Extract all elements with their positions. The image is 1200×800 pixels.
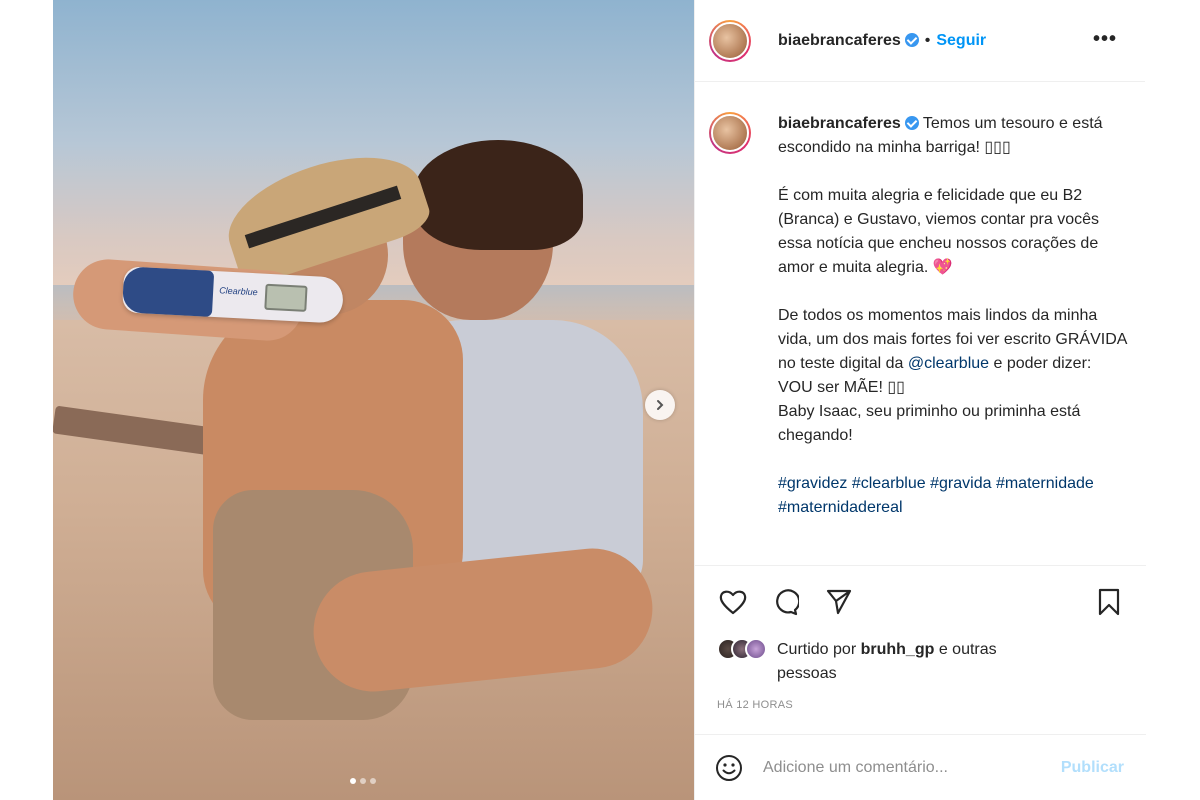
- post-sidebar: biaebrancaferes • Seguir ••• biaebrancaf…: [694, 0, 1146, 800]
- caption-para3-c: Baby Isaac, seu priminho ou priminha est…: [778, 403, 1081, 444]
- hashtag-link[interactable]: #clearblue: [852, 475, 926, 492]
- save-button[interactable]: [1093, 586, 1125, 618]
- carousel-dots: [350, 778, 376, 784]
- comment-box: Publicar: [695, 734, 1146, 800]
- action-bar: [695, 565, 1146, 635]
- comment-input[interactable]: [763, 758, 1023, 777]
- separator-dot: •: [924, 31, 931, 49]
- verified-icon: [904, 116, 919, 130]
- caption-username[interactable]: biaebrancaferes: [778, 115, 901, 132]
- emoji-icon[interactable]: [715, 754, 743, 782]
- chevron-right-icon: [657, 400, 664, 410]
- liked-prefix: Curtido por: [777, 641, 857, 658]
- liked-by-text: Curtido por bruhh_gp e outras pessoas: [777, 638, 997, 686]
- username-link[interactable]: biaebrancaferes: [778, 32, 919, 50]
- follow-button[interactable]: Seguir: [936, 32, 986, 50]
- instagram-post: Clearblue biaebrancaferes • Seguir ••• b…: [53, 0, 1146, 800]
- test-screen: [264, 283, 308, 312]
- comment-button[interactable]: [769, 586, 801, 618]
- test-brand: Clearblue: [218, 285, 258, 298]
- share-button[interactable]: [823, 586, 855, 618]
- avatar[interactable]: [709, 112, 751, 154]
- heart-icon: [719, 590, 747, 615]
- comment-icon: [776, 589, 799, 616]
- liked-by: Curtido por bruhh_gp e outras pessoas: [717, 638, 997, 686]
- avatar[interactable]: [709, 19, 751, 62]
- caption: biaebrancaferes Temos um tesouro e está …: [709, 112, 1134, 544]
- more-options-button[interactable]: •••: [1093, 28, 1117, 51]
- mention-link[interactable]: @clearblue: [908, 355, 989, 372]
- carousel-dot: [370, 778, 376, 784]
- caption-text: biaebrancaferes Temos um tesouro e está …: [778, 112, 1128, 544]
- carousel-next-button[interactable]: [645, 390, 675, 420]
- share-icon: [826, 589, 852, 615]
- publish-button[interactable]: Publicar: [1061, 759, 1124, 777]
- hashtags: #gravidez #clearblue #gravida #maternida…: [778, 472, 1128, 520]
- post-photo[interactable]: Clearblue: [53, 0, 694, 800]
- post-header: biaebrancaferes • Seguir •••: [695, 0, 1145, 82]
- liked-user-link[interactable]: bruhh_gp: [861, 641, 935, 658]
- hashtag-link[interactable]: #maternidadereal: [778, 499, 903, 516]
- caption-para2: É com muita alegria e felicidade que eu …: [778, 187, 1100, 276]
- hashtag-link[interactable]: #gravida: [930, 475, 991, 492]
- test-grip: [121, 266, 215, 317]
- verified-icon: [904, 32, 919, 47]
- bookmark-icon: [1098, 588, 1120, 616]
- carousel-dot: [350, 778, 356, 784]
- hashtag-link[interactable]: #maternidade: [996, 475, 1094, 492]
- post-timestamp[interactable]: HÁ 12 HORAS: [717, 699, 793, 711]
- liker-avatars[interactable]: [717, 638, 767, 660]
- carousel-dot: [360, 778, 366, 784]
- like-button[interactable]: [717, 586, 749, 618]
- man-hair: [413, 140, 583, 250]
- hashtag-link[interactable]: #gravidez: [778, 475, 847, 492]
- liker-avatar: [745, 638, 767, 660]
